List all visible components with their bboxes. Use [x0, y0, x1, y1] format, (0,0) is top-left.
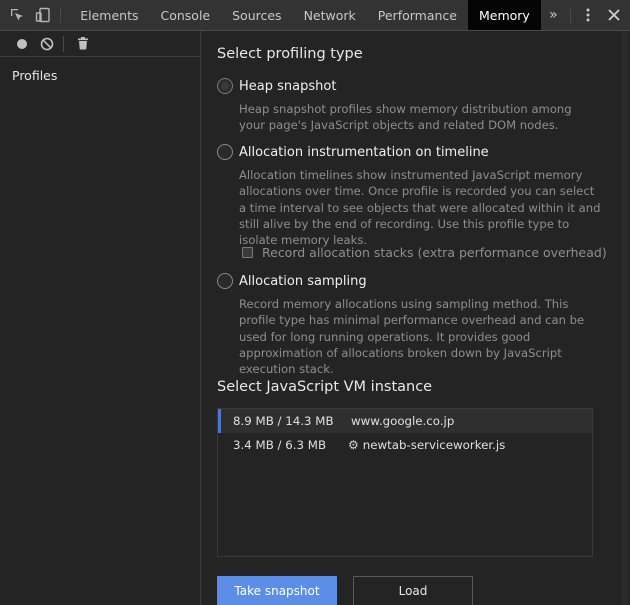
tab-memory[interactable]: Memory — [467, 0, 541, 30]
tab-console[interactable]: Console — [149, 0, 221, 30]
sidebar-item-profiles[interactable]: Profiles — [0, 57, 200, 94]
vm-instance-heading: Select JavaScript VM instance — [217, 379, 433, 395]
allocation-timeline-label[interactable]: Allocation instrumentation on timeline — [239, 145, 489, 160]
kebab-menu-icon[interactable] — [575, 0, 601, 31]
vm-instance-size: 3.4 MB / 6.3 MB — [233, 438, 327, 452]
sidebar-toolbar — [0, 31, 200, 57]
trash-icon[interactable] — [70, 32, 95, 56]
option-heap-snapshot: Heap snapshot Heap snapshot profiles sho… — [217, 77, 597, 134]
record-allocation-stacks-label[interactable]: Record allocation stacks (extra performa… — [262, 245, 607, 260]
tab-sources[interactable]: Sources — [221, 0, 292, 30]
panel-scrollbar[interactable] — [622, 31, 628, 605]
toolbar-divider — [569, 7, 571, 23]
heap-snapshot-label[interactable]: Heap snapshot — [239, 79, 336, 94]
clear-icon[interactable] — [34, 32, 59, 56]
vm-instance-name: www.google.co.jp — [351, 414, 455, 428]
gear-icon: ⚙ — [348, 438, 359, 452]
vm-instance-row[interactable]: 8.9 MB / 14.3 MB www.google.co.jp — [218, 409, 592, 433]
inspect-element-icon[interactable] — [4, 0, 30, 30]
profiling-type-heading: Select profiling type — [217, 46, 363, 62]
vm-instance-row[interactable]: 3.4 MB / 6.3 MB ⚙ newtab-serviceworker.j… — [218, 433, 592, 457]
vm-instance-size: 8.9 MB / 14.3 MB — [233, 414, 334, 428]
allocation-timeline-radio[interactable] — [217, 144, 233, 160]
record-allocation-stacks-checkbox[interactable] — [242, 247, 253, 258]
close-icon[interactable] — [601, 0, 627, 31]
load-button[interactable]: Load — [353, 576, 473, 605]
devtools-tab-bar: Elements Console Sources Network Perform… — [0, 0, 630, 31]
allocation-sampling-label[interactable]: Allocation sampling — [239, 274, 367, 289]
vm-instance-list: 8.9 MB / 14.3 MB www.google.co.jp 3.4 MB… — [217, 408, 593, 557]
vm-instance-name: newtab-serviceworker.js — [362, 438, 506, 452]
record-stacks-option: Record allocation stacks (extra performa… — [242, 245, 607, 260]
toolbar-divider — [60, 7, 62, 23]
heap-snapshot-description: Heap snapshot profiles show memory distr… — [239, 102, 572, 133]
tab-network[interactable]: Network — [293, 0, 367, 30]
profile-launcher-panel: Select profiling type Heap snapshot Heap… — [202, 31, 628, 605]
device-toolbar-icon[interactable] — [30, 0, 56, 30]
allocation-sampling-description: Record memory allocations using sampling… — [239, 297, 585, 377]
allocation-sampling-radio[interactable] — [217, 273, 233, 289]
option-allocation-sampling: Allocation sampling Record memory alloca… — [217, 272, 597, 377]
option-allocation-timeline: Allocation instrumentation on timeline A… — [217, 143, 600, 248]
take-snapshot-button[interactable]: Take snapshot — [217, 576, 337, 605]
allocation-timeline-description: Allocation timelines show instrumented J… — [239, 168, 601, 248]
toolbar-divider — [63, 35, 64, 52]
tab-elements[interactable]: Elements — [69, 0, 149, 30]
tab-performance[interactable]: Performance — [367, 0, 468, 30]
record-icon[interactable] — [9, 32, 34, 56]
profiles-sidebar: Profiles — [0, 31, 201, 605]
more-tabs-chevron-icon[interactable]: » — [541, 0, 566, 30]
heap-snapshot-radio[interactable] — [217, 78, 233, 94]
